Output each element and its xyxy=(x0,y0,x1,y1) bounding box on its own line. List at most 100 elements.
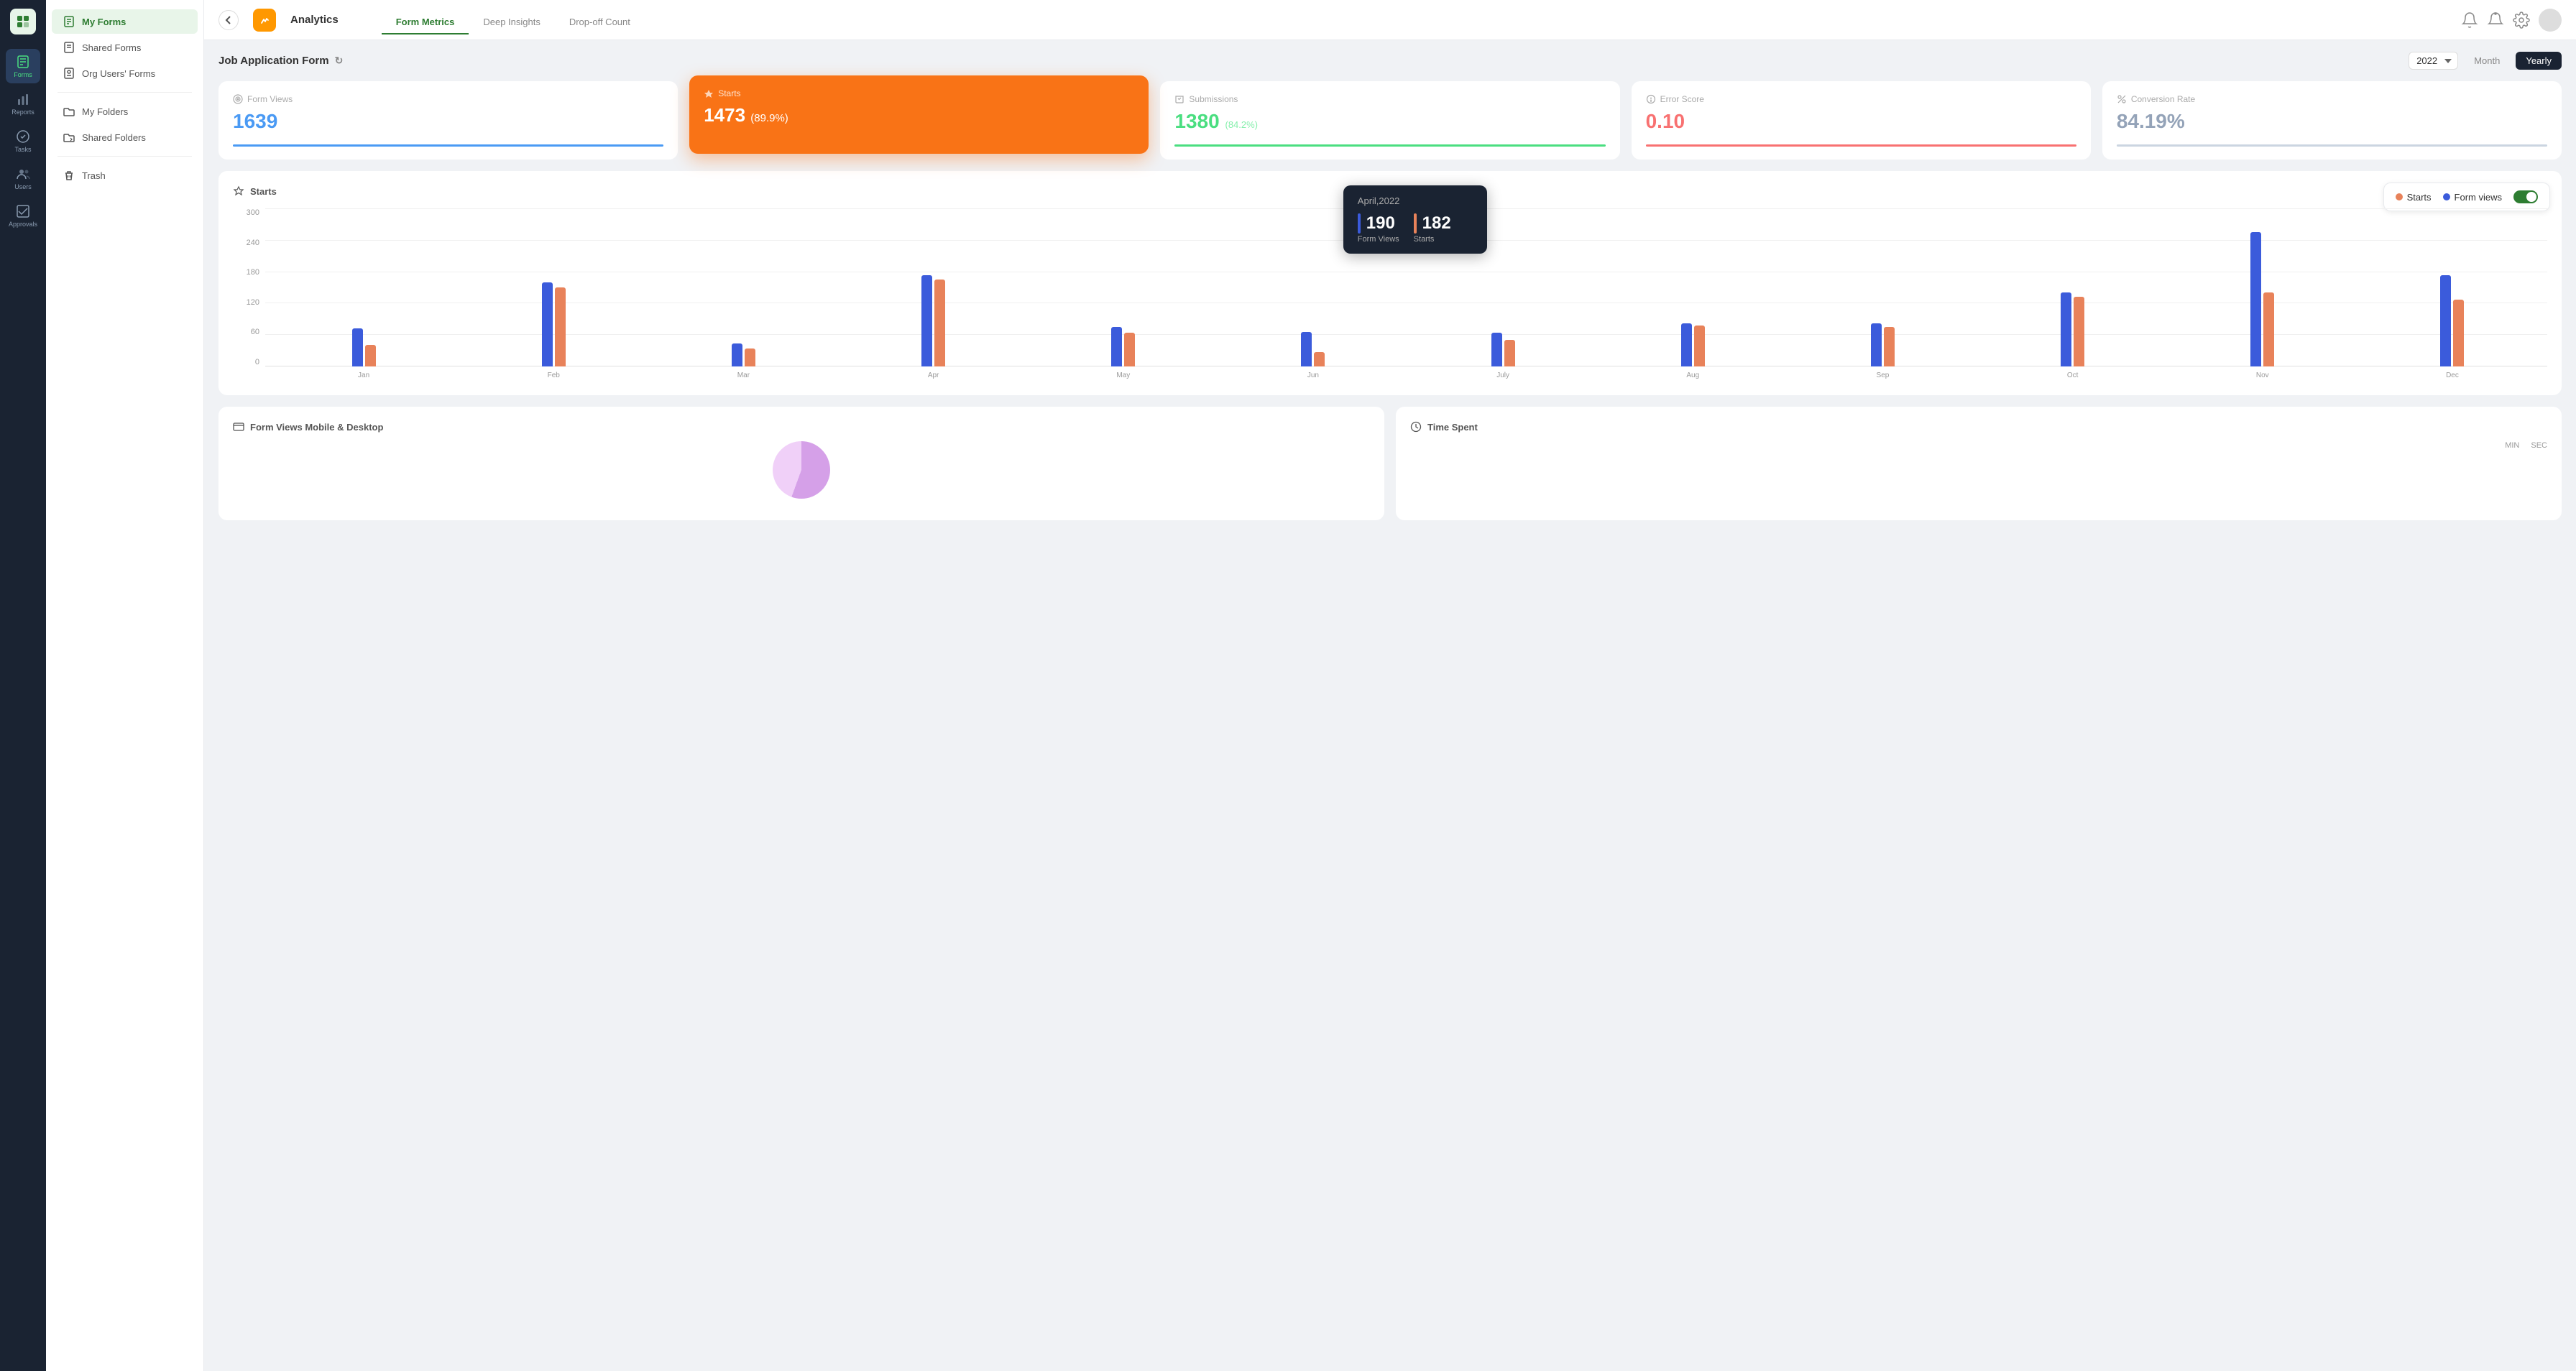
y-axis: 300 240 180 120 60 0 xyxy=(233,208,265,366)
metric-card-conversion-rate: Conversion Rate 84.19% xyxy=(2102,81,2562,160)
bar-form-views-july[interactable] xyxy=(1491,333,1502,366)
bar-form-views-may[interactable] xyxy=(1111,327,1122,366)
bar-form-views-sep[interactable] xyxy=(1871,323,1882,366)
month-group-feb: Feb xyxy=(459,208,648,366)
form-views-mobile-title: Form Views Mobile & Desktop xyxy=(233,421,1370,433)
nav-item-users[interactable]: Users xyxy=(6,161,40,195)
bar-starts-jun[interactable] xyxy=(1314,352,1325,366)
bar-form-views-feb[interactable] xyxy=(542,282,553,366)
sidebar-item-shared-folders[interactable]: Shared Folders xyxy=(52,125,198,149)
month-group-dec: Dec xyxy=(2358,208,2547,366)
metric-card-form-views: Form Views 1639 xyxy=(218,81,678,160)
month-label-jun: Jun xyxy=(1307,371,1319,379)
user-avatar[interactable] xyxy=(2539,9,2562,32)
bar-form-views-dec[interactable] xyxy=(2440,275,2451,366)
metric-value-error-score: 0.10 xyxy=(1646,110,2076,133)
bottom-row: Form Views Mobile & Desktop Time Spent M… xyxy=(218,407,2562,520)
bar-starts-aug[interactable] xyxy=(1694,326,1705,366)
refresh-icon[interactable]: ↻ xyxy=(335,55,344,67)
month-group-may: May xyxy=(1029,208,1218,366)
metric-bar-error xyxy=(1646,144,2076,147)
tooltip-starts: 182 Starts xyxy=(1414,213,1451,244)
bar-form-views-oct[interactable] xyxy=(2061,292,2071,366)
month-group-jan: Jan xyxy=(269,208,459,366)
metric-label-submissions: Submissions xyxy=(1174,94,1605,104)
min-label: MIN xyxy=(2505,441,2519,450)
legend-starts: Starts xyxy=(2396,192,2432,203)
yearly-button[interactable]: Yearly xyxy=(2516,52,2562,70)
chart-tooltip: April,2022 190 Form Views 182 xyxy=(1343,185,1487,254)
month-button[interactable]: Month xyxy=(2464,52,2510,70)
sidebar-item-my-forms[interactable]: My Forms xyxy=(52,9,198,34)
y-label-300: 300 xyxy=(247,208,259,217)
sidebar-item-trash[interactable]: Trash xyxy=(52,163,198,188)
metric-card-starts: Starts 1473 (89.9%) xyxy=(689,75,1149,154)
starts-color-dot xyxy=(2396,193,2403,200)
bar-form-views-jun[interactable] xyxy=(1301,332,1312,366)
sidebar-item-shared-forms[interactable]: Shared Forms xyxy=(52,35,198,60)
bar-starts-dec[interactable] xyxy=(2453,300,2464,366)
bar-form-views-apr[interactable] xyxy=(921,275,932,366)
sidebar-label-my-folders: My Folders xyxy=(82,106,128,117)
y-label-240: 240 xyxy=(247,239,259,247)
legend-toggle[interactable] xyxy=(2513,190,2538,203)
month-group-apr: Apr xyxy=(839,208,1029,366)
sidebar-label-org-forms: Org Users' Forms xyxy=(82,68,155,79)
metric-label-form-views: Form Views xyxy=(233,94,663,104)
top-bar: Analytics Form Metrics Deep Insights Dro… xyxy=(204,0,2576,40)
bar-form-views-mar[interactable] xyxy=(732,343,742,366)
bar-starts-oct[interactable] xyxy=(2074,297,2084,366)
month-label-nov: Nov xyxy=(2256,371,2269,379)
nav-item-forms[interactable]: Forms xyxy=(6,49,40,83)
bar-starts-feb[interactable] xyxy=(555,287,566,366)
sidebar-label-trash: Trash xyxy=(82,170,106,181)
date-controls: 2022 2021 2023 Month Yearly xyxy=(2409,52,2562,70)
time-spent-title: Time Spent xyxy=(1410,421,2547,433)
bar-starts-may[interactable] xyxy=(1124,333,1135,366)
tab-form-metrics[interactable]: Form Metrics xyxy=(382,11,469,34)
bar-form-views-jan[interactable] xyxy=(352,328,363,366)
metric-bar-form-views xyxy=(233,144,663,147)
sidebar-divider xyxy=(58,92,192,93)
tooltip-form-views-bar xyxy=(1358,213,1361,234)
metric-value-form-views: 1639 xyxy=(233,110,663,133)
metric-value-conversion-rate: 84.19% xyxy=(2117,110,2547,133)
bar-form-views-nov[interactable] xyxy=(2250,232,2261,366)
metric-value-submissions: 1380 (84.2%) xyxy=(1174,110,1605,133)
year-select[interactable]: 2022 2021 2023 xyxy=(2409,52,2458,70)
bar-starts-jan[interactable] xyxy=(365,345,376,366)
alerts-icon[interactable] xyxy=(2487,11,2504,29)
bar-starts-sep[interactable] xyxy=(1884,327,1895,366)
tab-dropoff-count[interactable]: Drop-off Count xyxy=(555,11,645,34)
settings-icon[interactable] xyxy=(2513,11,2530,29)
month-label-apr: Apr xyxy=(928,371,939,379)
sidebar-label-shared-forms: Shared Forms xyxy=(82,42,141,53)
bar-starts-july[interactable] xyxy=(1504,340,1515,366)
tooltip-form-views-label: Form Views xyxy=(1358,235,1399,244)
month-label-feb: Feb xyxy=(548,371,560,379)
tab-deep-insights[interactable]: Deep Insights xyxy=(469,11,555,34)
bar-starts-mar[interactable] xyxy=(745,348,755,366)
nav-item-approvals[interactable]: Approvals xyxy=(6,198,40,233)
month-group-oct: Oct xyxy=(1978,208,2168,366)
notification-bell-icon[interactable] xyxy=(2461,11,2478,29)
tooltip-values: 190 Form Views 182 Starts xyxy=(1358,213,1473,244)
month-group-aug: Aug xyxy=(1598,208,1788,366)
metric-card-submissions: Submissions 1380 (84.2%) xyxy=(1160,81,1619,160)
month-label-dec: Dec xyxy=(2446,371,2459,379)
main-content: Analytics Form Metrics Deep Insights Dro… xyxy=(204,0,2576,1371)
sidebar-item-org-forms[interactable]: Org Users' Forms xyxy=(52,61,198,86)
sidebar-label-shared-folders: Shared Folders xyxy=(82,132,146,143)
bar-starts-nov[interactable] xyxy=(2263,292,2274,366)
metric-card-error-score: Error Score 0.10 xyxy=(1632,81,2091,160)
metric-cards-row: Form Views 1639 Starts 1473 (89.9%) S xyxy=(218,81,2562,160)
bar-starts-apr[interactable] xyxy=(934,280,945,366)
y-label-180: 180 xyxy=(247,268,259,277)
back-button[interactable] xyxy=(218,10,239,30)
bar-form-views-aug[interactable] xyxy=(1681,323,1692,366)
time-spent-labels: MIN SEC xyxy=(1410,441,2547,450)
nav-item-reports[interactable]: Reports xyxy=(6,86,40,121)
sidebar-item-my-folders[interactable]: My Folders xyxy=(52,99,198,124)
nav-item-tasks[interactable]: Tasks xyxy=(6,124,40,158)
chart-section: Starts Starts Form views April,2022 xyxy=(218,171,2562,395)
